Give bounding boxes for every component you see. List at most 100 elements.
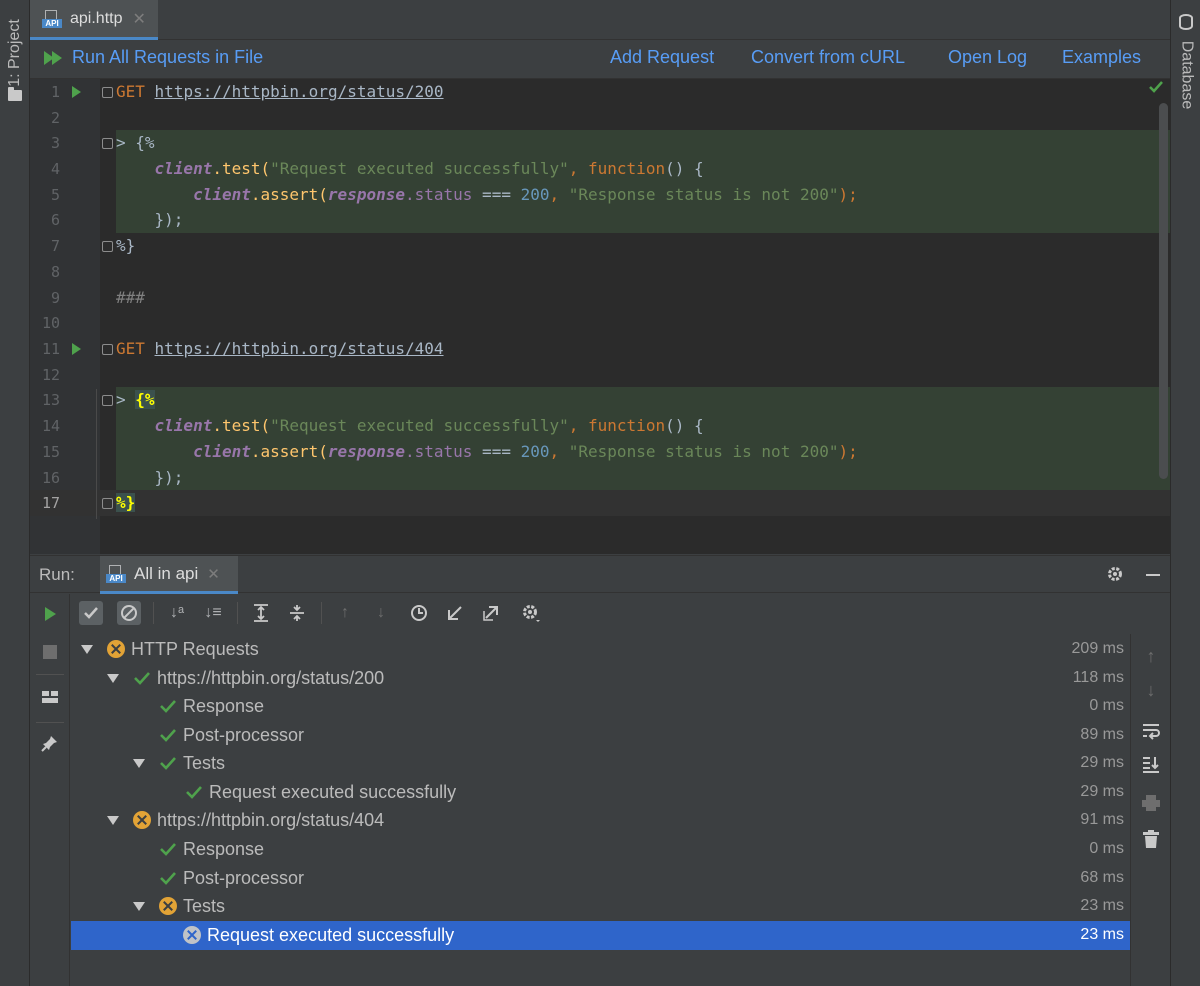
code-line-3: > {% — [116, 133, 155, 152]
line-number: 16 — [41, 469, 60, 487]
next-failed-icon[interactable]: ↓ — [369, 601, 393, 625]
run-request-icon[interactable] — [72, 343, 81, 355]
open-log-link[interactable]: Open Log — [948, 47, 1027, 68]
fold-icon[interactable] — [102, 344, 113, 355]
fold-icon[interactable] — [102, 498, 113, 509]
sort-alphabetically-icon[interactable]: ↓ᵃ — [165, 601, 189, 625]
show-ignored-toggle[interactable] — [117, 601, 141, 625]
code-line-14: client.test("Request executed successful… — [154, 416, 704, 435]
pin-icon[interactable] — [41, 734, 59, 752]
convert-from-curl-link[interactable]: Convert from cURL — [751, 47, 905, 68]
previous-failed-icon[interactable]: ↑ — [333, 601, 357, 625]
database-tool-label: Database — [1178, 40, 1195, 110]
test-results-tree: HTTP Requests 209 ms https://httpbin.org… — [71, 634, 1130, 986]
code-line-15: client.assert(response.status === 200, "… — [193, 442, 858, 461]
tree-row-post-processor[interactable]: Post-processor 89 ms — [71, 721, 1130, 750]
inspection-ok-icon — [1149, 81, 1163, 93]
add-request-link[interactable]: Add Request — [610, 47, 714, 68]
close-icon[interactable]: ✕ — [207, 565, 220, 583]
expand-arrow-icon[interactable] — [107, 815, 119, 825]
fold-icon[interactable] — [102, 138, 113, 149]
failed-status-icon — [159, 897, 177, 916]
run-all-label: Run All Requests in File — [72, 47, 264, 67]
tree-row-label: Post-processor — [183, 867, 305, 888]
run-request-icon[interactable] — [72, 86, 81, 98]
fold-icon[interactable] — [102, 241, 113, 252]
collapse-all-glyph — [290, 605, 304, 621]
left-tool-stripe: 1: Project — [0, 0, 30, 986]
line-number: 17 — [41, 494, 60, 512]
layout-icon[interactable] — [42, 691, 58, 705]
scroll-down-icon[interactable]: ↓ — [1141, 680, 1161, 700]
tree-row-response[interactable]: Response 0 ms — [71, 692, 1130, 721]
tree-row-tests[interactable]: Tests 23 ms — [71, 892, 1130, 921]
passed-check-icon — [160, 872, 176, 886]
passed-check-icon — [160, 729, 176, 743]
sort-by-duration-icon[interactable]: ↓≡ — [201, 601, 225, 625]
run-tab-label: All in api — [134, 563, 199, 583]
passed-check-icon — [160, 757, 176, 771]
scroll-up-icon[interactable]: ↑ — [1141, 646, 1161, 666]
tree-row-http-requests[interactable]: HTTP Requests 209 ms — [71, 635, 1130, 664]
project-tool-button[interactable]: 1: Project — [4, 8, 26, 98]
code-line-11: GET https://httpbin.org/status/404 — [116, 339, 444, 358]
run-tab-all-in-api[interactable]: API All in api ✕ — [100, 556, 238, 594]
editor-tab-api-http[interactable]: API api.http ✕ — [30, 0, 158, 40]
expand-arrow-icon[interactable] — [81, 644, 93, 654]
print-icon[interactable] — [1141, 794, 1161, 812]
code-line-7: %} — [116, 236, 136, 255]
show-passed-toggle[interactable] — [79, 601, 103, 625]
tree-row-response[interactable]: Response 0 ms — [71, 835, 1130, 864]
expand-all-icon[interactable] — [249, 601, 273, 625]
code-line-6: }); — [154, 210, 184, 229]
settings-dropdown-icon[interactable] — [519, 601, 543, 625]
tree-row-request[interactable]: https://httpbin.org/status/404 91 ms — [71, 806, 1130, 835]
tree-row-test-case-selected[interactable]: Request executed successfully 23 ms — [71, 921, 1130, 950]
tree-row-label: Tests — [183, 895, 226, 916]
examples-link[interactable]: Examples — [1062, 47, 1141, 68]
separator — [237, 602, 238, 624]
rerun-icon[interactable] — [42, 606, 58, 622]
code-editor[interactable]: 1 2 3 4 5 6 7 8 9 10 11 12 13 14 15 16 1… — [30, 79, 1170, 554]
duration: 29 ms — [1080, 754, 1124, 772]
history-icon[interactable] — [407, 601, 431, 625]
tree-row-post-processor[interactable]: Post-processor 68 ms — [71, 864, 1130, 893]
duration: 23 ms — [1080, 897, 1124, 915]
soft-wrap-icon[interactable] — [1142, 722, 1160, 740]
minimize-icon[interactable] — [1146, 574, 1160, 576]
check-icon — [84, 607, 98, 619]
expand-arrow-icon[interactable] — [107, 673, 119, 683]
expand-arrow-icon[interactable] — [133, 901, 145, 911]
code-line-5: client.assert(response.status === 200, "… — [193, 185, 858, 204]
tree-row-request[interactable]: https://httpbin.org/status/200 118 ms — [71, 664, 1130, 693]
console-side-toolbar: ↑ ↓ — [1130, 634, 1170, 986]
tree-row-test-case[interactable]: Request executed successfully 29 ms — [71, 778, 1130, 807]
export-tests-icon[interactable] — [479, 601, 503, 625]
trash-icon[interactable] — [1143, 830, 1159, 848]
gear-icon[interactable] — [1106, 565, 1124, 583]
tree-row-tests[interactable]: Tests 29 ms — [71, 749, 1130, 778]
import-tests-icon[interactable] — [443, 601, 467, 625]
collapse-all-icon[interactable] — [285, 601, 309, 625]
expand-arrow-icon[interactable] — [133, 758, 145, 768]
stop-icon[interactable] — [43, 645, 57, 659]
editor-tab-label: api.http — [70, 9, 123, 27]
export-arrow-icon — [483, 606, 498, 621]
fold-icon[interactable] — [102, 395, 113, 406]
line-number: 5 — [50, 186, 60, 204]
request-url-link[interactable]: https://httpbin.org/status/200 — [155, 82, 444, 101]
separator — [321, 602, 322, 624]
run-all-requests-button[interactable]: Run All Requests in File — [44, 47, 263, 68]
line-number: 9 — [50, 289, 60, 307]
editor-scrollbar[interactable] — [1159, 103, 1168, 479]
line-number: 12 — [41, 366, 60, 384]
close-icon[interactable]: ✕ — [132, 9, 145, 29]
line-number: 2 — [50, 109, 60, 127]
request-url-link[interactable]: https://httpbin.org/status/404 — [155, 339, 444, 358]
fold-icon[interactable] — [102, 87, 113, 98]
run-panel-header: Run: API All in api ✕ — [30, 555, 1170, 594]
tree-row-label: Post-processor — [183, 724, 305, 745]
code-line-17: %} — [116, 493, 136, 512]
scroll-to-end-icon[interactable] — [1142, 755, 1160, 773]
database-tool-button[interactable]: Database — [1175, 30, 1197, 120]
